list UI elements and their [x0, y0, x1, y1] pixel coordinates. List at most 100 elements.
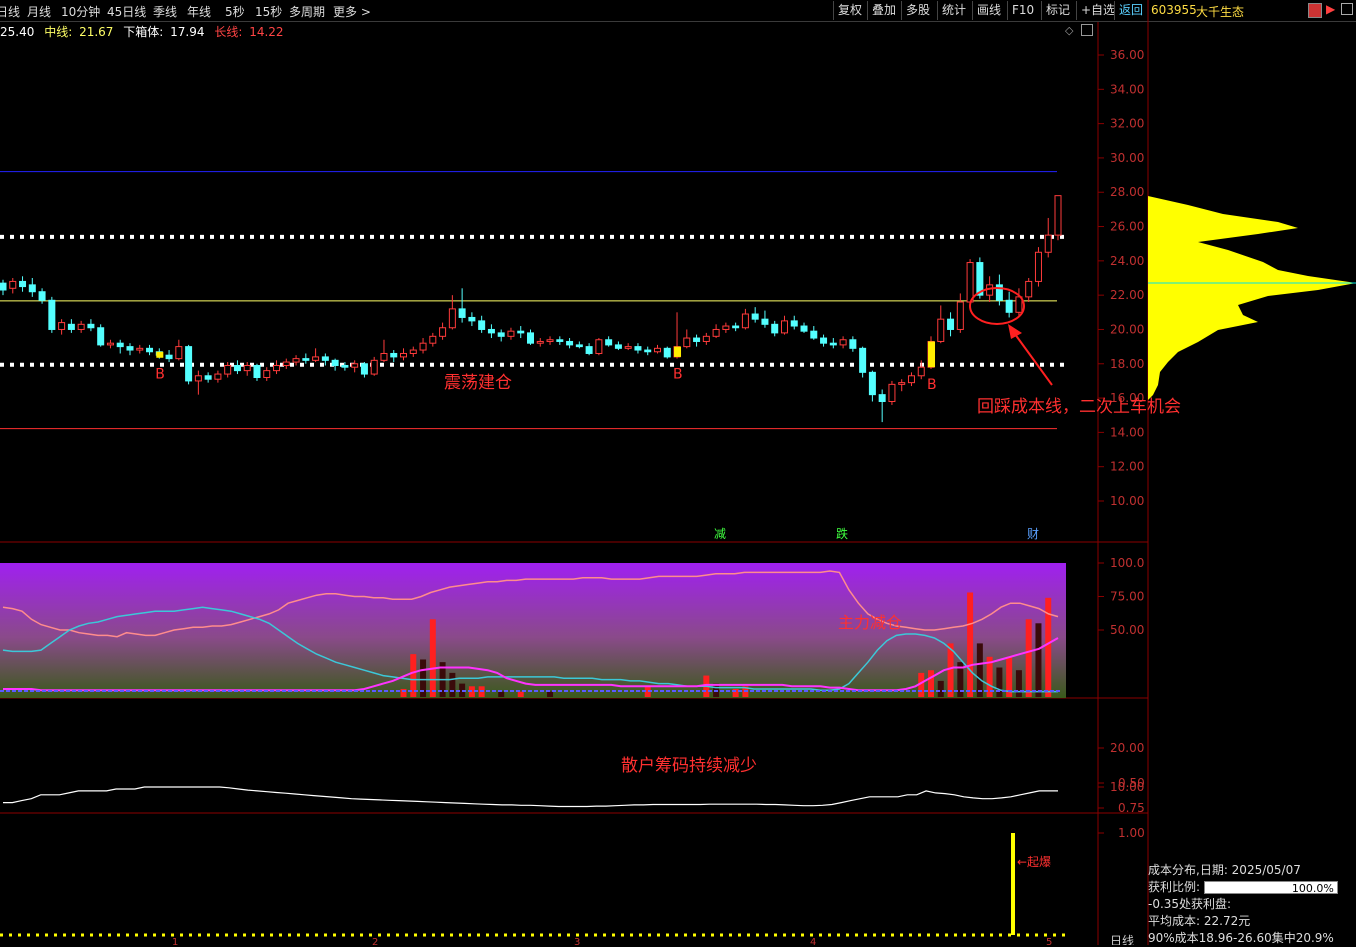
- box-lines: [0, 171, 1068, 430]
- retail-label: 20.00: [1110, 741, 1144, 755]
- price-label: 22.00: [1110, 288, 1144, 302]
- chip-title: 成本分布,日期: 2025/05/07: [1148, 863, 1301, 877]
- buy-marker: B: [155, 367, 165, 383]
- candle-body: [28, 284, 36, 293]
- signal-label: 0.50: [1118, 776, 1145, 790]
- candle-body: [0, 282, 7, 291]
- candle-body: [820, 337, 828, 344]
- price-label: 34.00: [1110, 82, 1144, 96]
- candle-body: [185, 346, 193, 382]
- candle-body: [634, 346, 642, 351]
- event-marker-drop[interactable]: 跌: [836, 526, 848, 541]
- candle-body: [67, 323, 75, 330]
- profit-ratio-row: 获利比例: 100.0%: [1148, 879, 1356, 896]
- candle-body: [966, 262, 974, 303]
- indicator-bar: [1035, 623, 1042, 697]
- price-label: 18.00: [1110, 357, 1144, 371]
- candle-body: [771, 323, 779, 334]
- candle-body: [536, 340, 544, 344]
- candle-body: [517, 330, 525, 334]
- candle-body: [419, 342, 427, 351]
- pullback-arrow-shaft: [1011, 329, 1053, 386]
- candle-body: [351, 363, 359, 368]
- candle-body: [566, 340, 574, 346]
- candle-body: [859, 347, 867, 373]
- candle-body: [233, 364, 241, 372]
- candle-body: [653, 347, 661, 353]
- buy-signal-bar: [674, 346, 682, 357]
- panel-frames: [0, 0, 1149, 945]
- price-label: 28.00: [1110, 185, 1144, 199]
- buy-marker: B: [927, 377, 937, 393]
- candle-body: [829, 342, 837, 346]
- candle-body: [546, 339, 554, 342]
- candle-body: [507, 330, 515, 337]
- date-tick: 3: [574, 937, 580, 945]
- candle-body: [48, 299, 56, 330]
- event-marker-finance[interactable]: 财: [1027, 527, 1039, 541]
- candle-body: [253, 364, 261, 378]
- indicator-bar: [937, 680, 944, 697]
- signal-axis: 1.00 0.75 0.50: [1098, 776, 1145, 840]
- price-label: 12.00: [1110, 460, 1144, 474]
- candle-body: [585, 346, 593, 354]
- indicator-bar: [996, 667, 1003, 697]
- price-axis: 36.00 34.00 32.00 30.00 28.00 26.00 24.00 22.00…: [1098, 48, 1144, 508]
- buy-signal-bar: [156, 351, 164, 358]
- candle-body: [898, 382, 906, 385]
- retail-chip-line: [3, 786, 1058, 808]
- candle-body: [1054, 195, 1062, 236]
- profit-ratio-label: 获利比例:: [1148, 880, 1201, 894]
- candle-body: [9, 280, 17, 289]
- candle-body: [722, 325, 730, 330]
- event-marker-reduce[interactable]: 减: [714, 527, 726, 541]
- candle-body: [106, 342, 114, 346]
- candle-body: [58, 322, 66, 330]
- candle-body: [321, 356, 329, 361]
- annotation-boom: ←起爆: [1017, 855, 1051, 869]
- chip-distribution-shape: [1148, 196, 1356, 400]
- avg-cost: 平均成本: 22.72元: [1148, 914, 1251, 928]
- candle-body: [282, 361, 290, 366]
- candle-body: [97, 327, 105, 346]
- candle-body: [907, 375, 915, 384]
- candle-body: [614, 344, 622, 349]
- price-label: 26.00: [1110, 220, 1144, 234]
- candle-body: [126, 346, 134, 351]
- indicator-bar: [498, 691, 505, 697]
- date-tick: 1: [172, 937, 178, 945]
- period-label: 日线: [1110, 934, 1134, 945]
- candle-body: [146, 347, 154, 353]
- candle-body: [937, 318, 945, 342]
- candle-body: [331, 359, 339, 366]
- candle-body: [751, 313, 759, 320]
- price-label: 14.00: [1110, 425, 1144, 439]
- candle-body: [810, 330, 818, 339]
- candle-body: [478, 320, 486, 330]
- candle-body: [204, 375, 212, 380]
- candle-body: [273, 364, 281, 372]
- indicator-bar: [517, 691, 524, 697]
- candle-body: [116, 342, 124, 348]
- candle-body: [917, 366, 925, 377]
- candle-body: [1044, 234, 1052, 253]
- candlestick-series: B BB: [0, 195, 1062, 423]
- annotation-pullback: 回踩成本线，二次上车机会: [977, 397, 1181, 417]
- candle-body: [439, 327, 447, 337]
- candle-body: [1034, 251, 1042, 282]
- indicator-background: [0, 563, 1066, 698]
- signal-label: 0.75: [1118, 801, 1145, 815]
- candle-body: [448, 308, 456, 329]
- candle-body: [243, 364, 251, 372]
- candle-body: [1025, 280, 1033, 298]
- candle-body: [683, 337, 691, 348]
- date-tick: 4: [810, 937, 816, 945]
- indicator-label: 100.0: [1110, 556, 1144, 570]
- indicator-bar: [547, 691, 554, 697]
- price-label: 36.00: [1110, 48, 1144, 62]
- candle-body: [370, 359, 378, 375]
- candle-body: [194, 375, 202, 382]
- price-label: 20.00: [1110, 322, 1144, 336]
- candle-body: [136, 347, 144, 351]
- candle-body: [77, 323, 85, 330]
